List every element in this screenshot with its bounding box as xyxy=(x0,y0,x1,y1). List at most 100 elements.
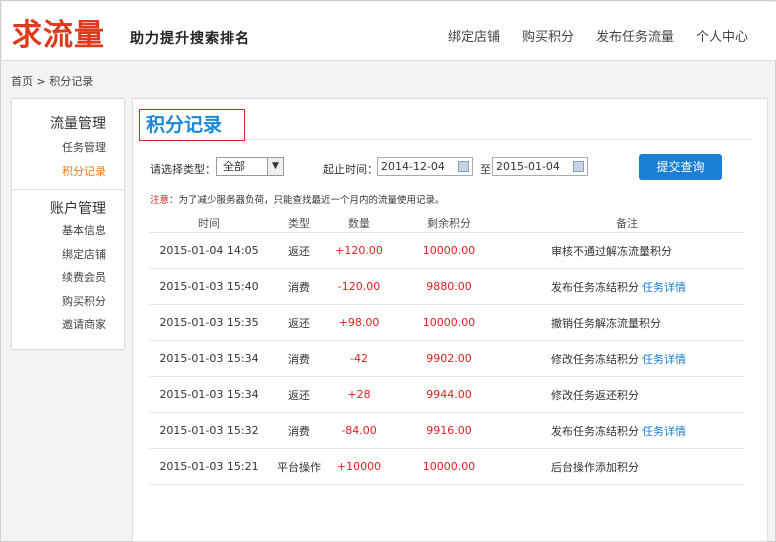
start-date-input[interactable]: 2014-12-04 xyxy=(377,157,473,176)
cell-time: 2015-01-04 14:05 xyxy=(159,244,259,257)
cell-amount: +10000 xyxy=(336,460,382,473)
cell-balance: 9902.00 xyxy=(426,352,472,365)
table-row: 2015-01-03 15:21 平台操作 +10000 10000.00 后台操作添加… xyxy=(149,449,745,485)
notice-prefix: 注意 xyxy=(150,195,170,206)
nav-buy-points[interactable]: 购买积分 xyxy=(522,26,574,45)
cell-time: 2015-01-03 15:40 xyxy=(159,280,259,293)
start-date-value: 2014-12-04 xyxy=(381,160,445,173)
task-detail-link[interactable]: 任务详情 xyxy=(642,353,686,366)
sidebar-item-renew-membership[interactable]: 续费会员 xyxy=(12,266,124,290)
note-text: 修改任务冻结积分 xyxy=(551,352,639,366)
type-select-value: 全部 xyxy=(223,160,245,173)
cell-balance: 9880.00 xyxy=(426,280,472,293)
type-filter-label: 请选择类型： xyxy=(150,163,216,176)
page-frame: 求流量 助力提升搜索排名 绑定店铺 购买积分 发布任务流量 个人中心 首页 > … xyxy=(0,0,776,542)
task-detail-link[interactable]: 任务详情 xyxy=(642,425,686,438)
sidebar-group-account: 账户管理 xyxy=(50,201,106,217)
header-note: 备注 xyxy=(616,217,638,230)
site-slogan: 助力提升搜索排名 xyxy=(130,31,250,47)
table-body: 2015-01-04 14:05 返还 +120.00 10000.00 审核不通过解冻… xyxy=(149,233,745,485)
cell-note: 后台操作添加积分 xyxy=(509,459,745,475)
cell-time: 2015-01-03 15:35 xyxy=(159,316,259,329)
notice-body: ：为了减少服务器负荷，只能查找最近一个月内的流量使用记录。 xyxy=(169,195,445,206)
nav-bind-shop[interactable]: 绑定店铺 xyxy=(448,26,500,45)
nav-user-center[interactable]: 个人中心 xyxy=(696,26,748,45)
cell-balance: 10000.00 xyxy=(422,244,476,257)
note-text: 修改任务返还积分 xyxy=(551,388,639,402)
site-logo[interactable]: 求流量 xyxy=(12,10,105,54)
cell-time: 2015-01-03 15:21 xyxy=(159,460,259,473)
cell-amount: +98.00 xyxy=(338,316,380,329)
cell-balance: 10000.00 xyxy=(422,316,476,329)
cell-type: 平台操作 xyxy=(277,460,321,474)
points-table: 时间 类型 数量 剩余积分 备注 2015-01-04 14:05 返还 +120.… xyxy=(149,215,745,485)
end-date-value: 2015-01-04 xyxy=(496,160,560,173)
note-text: 撤销任务解冻流量积分 xyxy=(551,316,661,330)
note-text: 后台操作添加积分 xyxy=(551,460,639,474)
cell-type: 返还 xyxy=(288,316,310,330)
date-to-label: 至 xyxy=(480,163,491,176)
cell-note: 撤销任务解冻流量积分 xyxy=(509,315,745,331)
notice-text: 注意：为了减少服务器负荷，只能查找最近一个月内的流量使用记录。 xyxy=(150,192,445,206)
sidebar: 流量管理 任务管理 积分记录 账户管理 基本信息 绑定店铺 续费会员 购买积分 … xyxy=(11,98,125,350)
cell-type: 消费 xyxy=(288,280,310,294)
cell-type: 返还 xyxy=(288,388,310,402)
sidebar-group-traffic: 流量管理 xyxy=(50,116,106,132)
main-panel: 积分记录 请选择类型： 全部 ▼ 起止时间： 2014-12-04 至 2015… xyxy=(132,98,768,542)
header-time: 时间 xyxy=(198,217,220,230)
note-text: 发布任务冻结积分 xyxy=(551,280,639,294)
cell-note: 审核不通过解冻流量积分 xyxy=(509,243,745,259)
cell-time: 2015-01-03 15:34 xyxy=(159,388,259,401)
sidebar-item-invite-merchant[interactable]: 邀请商家 xyxy=(12,313,124,337)
top-nav: 绑定店铺 购买积分 发布任务流量 个人中心 xyxy=(448,26,748,45)
sidebar-item-buy-points[interactable]: 购买积分 xyxy=(12,290,124,314)
header-balance: 剩余积分 xyxy=(427,217,471,230)
sidebar-item-bind-shop[interactable]: 绑定店铺 xyxy=(12,243,124,267)
cell-amount: -120.00 xyxy=(337,280,381,293)
sidebar-item-task-manage[interactable]: 任务管理 xyxy=(12,136,124,160)
cell-amount: -84.00 xyxy=(341,424,377,437)
note-text: 发布任务冻结积分 xyxy=(551,424,639,438)
cell-amount: +120.00 xyxy=(335,244,383,257)
cell-balance: 10000.00 xyxy=(422,460,476,473)
type-select[interactable]: 全部 ▼ xyxy=(216,157,284,176)
table-row: 2015-01-03 15:32 消费 -84.00 9916.00 发布任务冻结积分任… xyxy=(149,413,745,449)
sidebar-divider xyxy=(12,189,124,190)
sidebar-item-basic-info[interactable]: 基本信息 xyxy=(12,219,124,243)
table-row: 2015-01-04 14:05 返还 +120.00 10000.00 审核不通过解冻… xyxy=(149,233,745,269)
end-date-input[interactable]: 2015-01-04 xyxy=(492,157,588,176)
cell-time: 2015-01-03 15:34 xyxy=(159,352,259,365)
table-row: 2015-01-03 15:40 消费 -120.00 9880.00 发布任务冻结积分… xyxy=(149,269,745,305)
table-row: 2015-01-03 15:34 返还 +28 9944.00 修改任务返还积分 xyxy=(149,377,745,413)
task-detail-link[interactable]: 任务详情 xyxy=(642,281,686,294)
sidebar-item-points-record[interactable]: 积分记录 xyxy=(12,160,124,184)
cell-type: 消费 xyxy=(288,424,310,438)
chevron-down-icon[interactable]: ▼ xyxy=(267,158,283,175)
calendar-icon[interactable] xyxy=(573,161,584,172)
header-amount: 数量 xyxy=(348,217,370,230)
header-type: 类型 xyxy=(288,217,310,230)
title-divider xyxy=(245,139,753,140)
cell-note: 发布任务冻结积分 任务详情 xyxy=(509,423,745,439)
breadcrumb: 首页 > 积分记录 xyxy=(11,75,94,88)
cell-amount: -42 xyxy=(350,352,368,365)
cell-time: 2015-01-03 15:32 xyxy=(159,424,259,437)
submit-query-button[interactable]: 提交查询 xyxy=(639,154,722,180)
note-text: 审核不通过解冻流量积分 xyxy=(551,244,672,258)
table-row: 2015-01-03 15:34 消费 -42 9902.00 修改任务冻结积分 任务详情 xyxy=(149,341,745,377)
time-range-label: 起止时间： xyxy=(323,163,378,176)
header: 求流量 助力提升搜索排名 绑定店铺 购买积分 发布任务流量 个人中心 xyxy=(2,2,776,61)
cell-amount: +28 xyxy=(347,388,371,401)
nav-publish-task[interactable]: 发布任务流量 xyxy=(596,26,674,45)
cell-balance: 9916.00 xyxy=(426,424,472,437)
calendar-icon[interactable] xyxy=(458,161,469,172)
cell-note: 发布任务冻结积分 任务详情 xyxy=(509,279,745,295)
table-row: 2015-01-03 15:35 返还 +98.00 10000.00 撤销任务解冻流量… xyxy=(149,305,745,341)
cell-note: 修改任务返还积分 xyxy=(509,387,745,403)
cell-type: 消费 xyxy=(288,352,310,366)
page-title: 积分记录 xyxy=(139,109,245,141)
table-header: 时间 类型 数量 剩余积分 备注 xyxy=(149,215,745,233)
cell-balance: 9944.00 xyxy=(426,388,472,401)
cell-type: 返还 xyxy=(288,244,310,258)
cell-note: 修改任务冻结积分 任务详情 xyxy=(509,351,745,367)
